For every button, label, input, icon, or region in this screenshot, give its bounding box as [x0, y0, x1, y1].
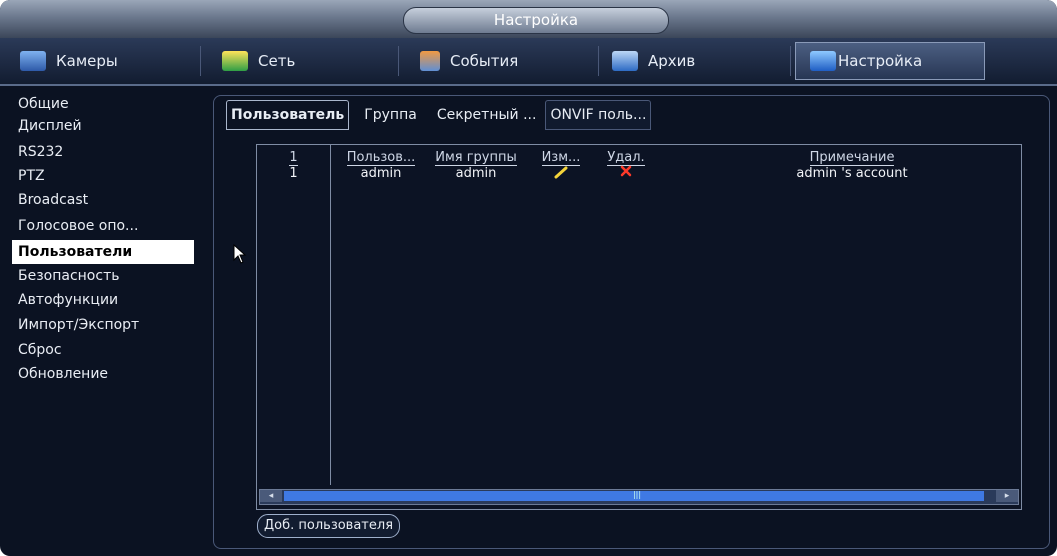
- sidebar-item-update[interactable]: Обновление: [12, 362, 194, 386]
- nav-tab-label: Архив: [648, 52, 696, 70]
- sidebar-item-ptz[interactable]: PTZ: [12, 164, 194, 188]
- tab-user[interactable]: Пользователь: [226, 100, 350, 130]
- sidebar-item-reset[interactable]: Сброс: [12, 338, 194, 362]
- tab-secret[interactable]: Секретный ...: [432, 100, 542, 130]
- cell-group: admin: [455, 166, 497, 181]
- archive-icon: [612, 51, 638, 71]
- nav-tab-label: События: [450, 52, 519, 70]
- scrollbar-grip-icon: |||: [632, 490, 642, 499]
- user-tabs: Пользователь Группа Секретный ... ONVIF …: [226, 100, 655, 130]
- dvr-window: Настройка Камеры Сеть События Архив Наст…: [0, 0, 1057, 556]
- cell-user: admin: [360, 166, 402, 181]
- nav-tab-cameras[interactable]: Камеры: [20, 42, 118, 80]
- nav-tab-label: Сеть: [258, 52, 296, 70]
- sidebar-item-voice[interactable]: Голосовое опо...: [12, 214, 194, 238]
- sidebar-item-broadcast[interactable]: Broadcast: [12, 188, 194, 212]
- title-bar: Настройка: [0, 0, 1057, 38]
- settings-icon: [810, 51, 836, 71]
- nav-tab-label: Камеры: [56, 52, 118, 70]
- window-title: Настройка: [403, 7, 669, 34]
- tab-onvif-users[interactable]: ONVIF поль...: [545, 100, 652, 130]
- column-divider: [330, 145, 331, 485]
- users-panel: Пользователь Группа Секретный ... ONVIF …: [213, 95, 1050, 549]
- nav-tab-network[interactable]: Сеть: [222, 42, 295, 80]
- sidebar-item-general[interactable]: Общие: [12, 92, 194, 116]
- settings-sidebar: Общие Дисплей RS232 PTZ Broadcast Голосо…: [6, 86, 202, 552]
- nav-tab-archive[interactable]: Архив: [612, 42, 695, 80]
- sidebar-item-rs232[interactable]: RS232: [12, 140, 194, 164]
- users-table: 1 Пользов... Имя группы Изм... Удал. При…: [256, 144, 1022, 510]
- scroll-left-icon[interactable]: ◂: [260, 490, 282, 502]
- sidebar-item-display[interactable]: Дисплей: [12, 114, 194, 138]
- tab-group[interactable]: Группа: [353, 100, 428, 130]
- delete-x-icon[interactable]: [595, 165, 657, 183]
- sidebar-item-security[interactable]: Безопасность: [12, 264, 194, 288]
- nav-tab-settings[interactable]: Настройка: [795, 42, 985, 80]
- network-icon: [222, 51, 248, 71]
- camera-icon: [20, 51, 46, 71]
- nav-tab-events[interactable]: События: [420, 42, 518, 80]
- horizontal-scrollbar[interactable]: ◂ ||| ▸: [259, 489, 1019, 505]
- sidebar-item-auto-functions[interactable]: Автофункции: [12, 288, 194, 312]
- pencil-icon[interactable]: [537, 165, 585, 183]
- nav-tab-label: Настройка: [838, 52, 923, 70]
- top-nav: Камеры Сеть События Архив Настройка: [0, 38, 1057, 86]
- cell-number: 1: [289, 166, 298, 181]
- sidebar-item-import-export[interactable]: Импорт/Экспорт: [12, 313, 194, 337]
- sidebar-item-users[interactable]: Пользователи: [12, 240, 194, 264]
- cell-note: admin 's account: [796, 166, 908, 181]
- add-user-button[interactable]: Доб. пользователя: [257, 514, 401, 538]
- scroll-right-icon[interactable]: ▸: [996, 490, 1018, 502]
- events-icon: [420, 51, 440, 71]
- table-row[interactable]: 1 admin admin admin 's account: [257, 165, 1021, 183]
